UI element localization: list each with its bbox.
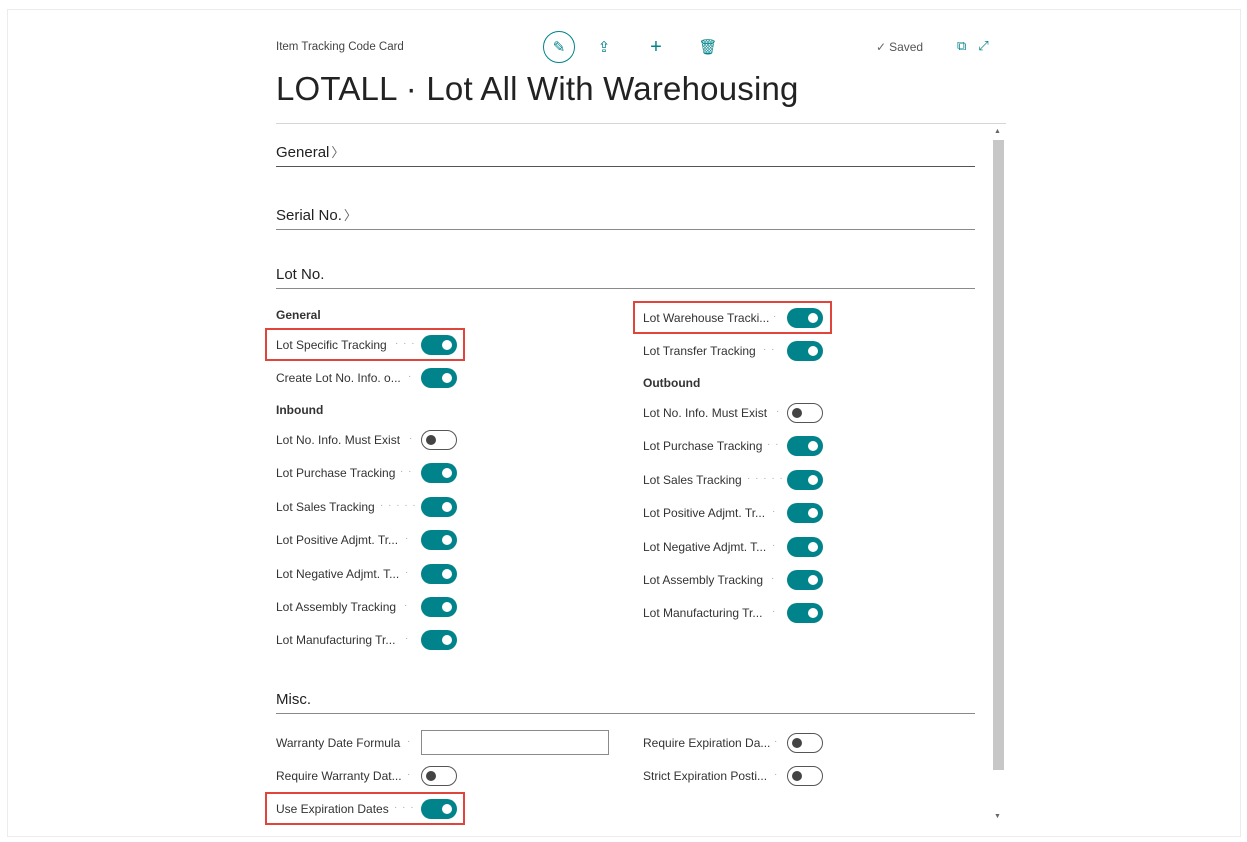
field-outbound-lot-negative-adjmt: Lot Negative Adjmt. T... · <box>643 536 825 558</box>
chevron-right-icon: 〉 <box>331 145 345 160</box>
highlight-box <box>265 328 465 361</box>
strict-expiration-posting-toggle[interactable] <box>787 766 823 786</box>
field-label: Lot Manufacturing Tr... <box>276 633 396 647</box>
field-inbound-lot-purchase-tracking: Lot Purchase Tracking · · <box>276 462 458 484</box>
field-inbound-lot-manufacturing: Lot Manufacturing Tr... · <box>276 629 458 651</box>
field-lot-transfer-tracking: Lot Transfer Tracking · · <box>643 340 825 362</box>
field-warranty-date-formula: Warranty Date Formula · <box>276 730 616 755</box>
field-label: Lot Manufacturing Tr... <box>643 606 763 620</box>
scrollbar-thumb[interactable] <box>993 140 1004 770</box>
field-label: Require Warranty Dat... <box>276 769 402 783</box>
inbound-lot-assembly-tracking-toggle[interactable] <box>421 597 457 617</box>
require-expiration-date-toggle[interactable] <box>787 733 823 753</box>
inbound-lot-purchase-tracking-toggle[interactable] <box>421 463 457 483</box>
section-general[interactable]: General 〉 <box>276 142 975 167</box>
group-outbound-label: Outbound <box>643 376 701 390</box>
require-warranty-date-toggle[interactable] <box>421 766 457 786</box>
action-bar: ✎ ⇪ + 🗑 <box>543 31 747 63</box>
field-inbound-lot-negative-adjmt: Lot Negative Adjmt. T... · <box>276 563 458 585</box>
field-label: Lot No. Info. Must Exist <box>276 433 401 447</box>
saved-status: ✓ Saved <box>876 40 923 54</box>
lot-transfer-tracking-toggle[interactable] <box>787 341 823 361</box>
field-label: Lot Assembly Tracking <box>276 600 397 614</box>
section-serial-label: Serial No. <box>276 207 342 224</box>
saved-label: Saved <box>889 40 924 54</box>
chevron-right-icon: 〉 <box>343 208 357 223</box>
field-create-lot-no-info: Create Lot No. Info. o... · <box>276 367 458 389</box>
field-label: Lot No. Info. Must Exist <box>643 406 768 420</box>
scroll-down-icon[interactable]: ▼ <box>994 813 1001 820</box>
field-require-expiration-date: Require Expiration Da... · <box>643 732 825 754</box>
group-general-label: General <box>276 308 321 322</box>
field-label: Lot Positive Adjmt. Tr... <box>276 533 399 547</box>
page-title: LOTALL · Lot All With Warehousing <box>276 70 799 107</box>
field-inbound-lot-assembly-tracking: Lot Assembly Tracking · <box>276 596 458 618</box>
field-label: Strict Expiration Posti... <box>643 769 768 783</box>
field-outbound-lot-no-info-must-exist: Lot No. Info. Must Exist · <box>643 402 825 424</box>
share-icon[interactable]: ⇪ <box>591 31 617 63</box>
delete-icon[interactable]: 🗑 <box>695 31 721 63</box>
warranty-date-formula-input[interactable] <box>421 730 609 755</box>
field-label: Require Expiration Da... <box>643 736 771 750</box>
outbound-lot-assembly-tracking-toggle[interactable] <box>787 570 823 590</box>
open-in-new-window-icon[interactable]: ⧉ <box>957 38 966 54</box>
inbound-lot-positive-adjmt-toggle[interactable] <box>421 530 457 550</box>
field-outbound-lot-purchase-tracking: Lot Purchase Tracking · · <box>643 435 825 457</box>
field-label: Lot Sales Tracking <box>276 500 375 514</box>
outbound-lot-no-info-must-exist-toggle[interactable] <box>787 403 823 423</box>
edit-icon[interactable]: ✎ <box>543 31 575 63</box>
inbound-lot-manufacturing-toggle[interactable] <box>421 630 457 650</box>
field-outbound-lot-sales-tracking: Lot Sales Tracking · · · · · <box>643 469 825 491</box>
field-outbound-lot-positive-adjmt: Lot Positive Adjmt. Tr... · <box>643 502 825 524</box>
section-general-label: General <box>276 144 330 161</box>
inbound-lot-sales-tracking-toggle[interactable] <box>421 497 457 517</box>
outbound-lot-sales-tracking-toggle[interactable] <box>787 470 823 490</box>
field-inbound-lot-sales-tracking: Lot Sales Tracking · · · · · <box>276 496 458 518</box>
section-lot-no[interactable]: Lot No. <box>276 266 975 289</box>
field-inbound-lot-no-info-must-exist: Lot No. Info. Must Exist · <box>276 429 458 451</box>
field-label: Create Lot No. Info. o... <box>276 371 401 385</box>
create-lot-no-info-toggle[interactable] <box>421 368 457 388</box>
inbound-lot-no-info-must-exist-toggle[interactable] <box>421 430 457 450</box>
field-label: Lot Positive Adjmt. Tr... <box>643 506 766 520</box>
field-label: Lot Assembly Tracking <box>643 573 764 587</box>
field-inbound-lot-positive-adjmt: Lot Positive Adjmt. Tr... · <box>276 529 458 551</box>
page-caption: Item Tracking Code Card <box>276 41 404 53</box>
window-buttons: ⧉ ⤢ <box>957 38 1001 54</box>
highlight-box <box>265 792 465 825</box>
outbound-lot-manufacturing-toggle[interactable] <box>787 603 823 623</box>
scroll-up-icon[interactable]: ▲ <box>994 128 1001 135</box>
section-lot-label: Lot No. <box>276 266 325 283</box>
section-misc[interactable]: Misc. <box>276 691 975 714</box>
inbound-lot-negative-adjmt-toggle[interactable] <box>421 564 457 584</box>
outbound-lot-negative-adjmt-toggle[interactable] <box>787 537 823 557</box>
card-header: Item Tracking Code Card ✎ ⇪ + 🗑 ✓ Saved … <box>276 31 1006 63</box>
field-strict-expiration-posting: Strict Expiration Posti... · <box>643 765 825 787</box>
field-outbound-lot-manufacturing: Lot Manufacturing Tr... · <box>643 602 825 624</box>
outbound-lot-positive-adjmt-toggle[interactable] <box>787 503 823 523</box>
expand-icon[interactable]: ⤢ <box>978 38 988 54</box>
add-icon[interactable]: + <box>643 31 669 63</box>
field-label: Lot Negative Adjmt. T... <box>276 567 400 581</box>
field-label: Lot Purchase Tracking <box>643 439 763 453</box>
field-label: Warranty Date Formula <box>276 736 401 750</box>
field-label: Lot Purchase Tracking <box>276 466 396 480</box>
field-outbound-lot-assembly-tracking: Lot Assembly Tracking · <box>643 569 825 591</box>
group-inbound-label: Inbound <box>276 403 324 417</box>
card-content: General 〉 Serial No. 〉 Lot No. General Lot… <box>265 124 1006 826</box>
field-label: Lot Sales Tracking <box>643 473 742 487</box>
highlight-box <box>633 301 832 334</box>
section-serial-no[interactable]: Serial No. 〉 <box>276 205 975 230</box>
checkmark-icon: ✓ <box>876 40 887 54</box>
field-label: Lot Negative Adjmt. T... <box>643 540 767 554</box>
field-label: Lot Transfer Tracking <box>643 344 756 358</box>
field-require-warranty-date: Require Warranty Dat... · <box>276 765 458 787</box>
vertical-scrollbar[interactable]: ▲ ▼ <box>992 126 1004 820</box>
section-misc-label: Misc. <box>276 691 311 708</box>
outbound-lot-purchase-tracking-toggle[interactable] <box>787 436 823 456</box>
